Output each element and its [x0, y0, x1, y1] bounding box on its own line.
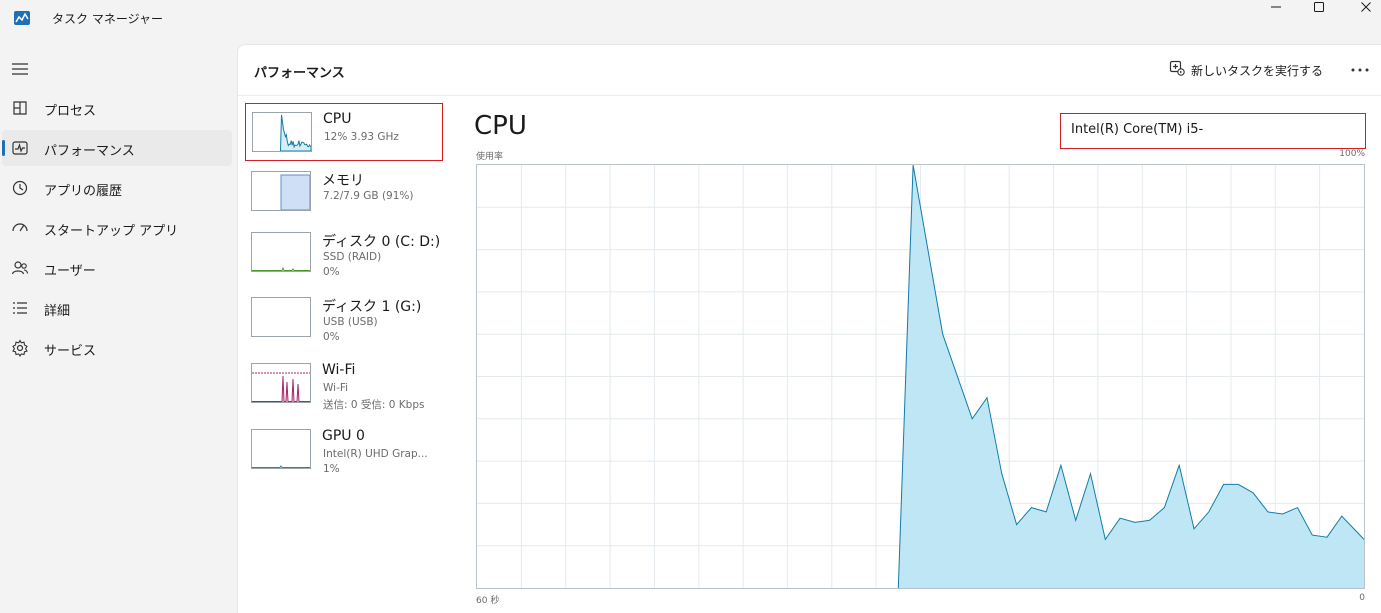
y-axis-label: 使用率 — [476, 152, 504, 162]
device-detail: 12% 3.93 GHz — [324, 131, 399, 143]
task-manager-icon — [14, 10, 30, 25]
device-list: CPU 12% 3.93 GHz メモリ 7.2/7.9 GB (91%) ディ… — [238, 96, 448, 613]
device-name: GPU 0 — [322, 428, 365, 444]
cpu-usage-chart — [476, 164, 1365, 589]
device-detail: USB (USB) — [323, 316, 378, 328]
device-detail: SSD (RAID) — [323, 251, 382, 263]
sidebar-item-startup-apps[interactable]: スタートアップ アプリ — [2, 210, 232, 246]
performance-pulse-icon — [11, 139, 29, 157]
device-name: ディスク 1 (G:) — [322, 299, 422, 315]
processes-grid-icon — [11, 99, 29, 117]
device-usage: 0% — [323, 331, 340, 343]
page-title: パフォーマンス — [254, 66, 345, 81]
x-end-label: 0 — [1359, 593, 1365, 603]
device-thumbnail — [252, 112, 312, 152]
sidebar-item-label: ユーザー — [44, 264, 96, 279]
device-name: CPU — [323, 111, 352, 127]
sidebar-item-label: 詳細 — [44, 304, 71, 319]
device-thumbnail — [251, 363, 311, 403]
device-item-cpu[interactable]: CPU 12% 3.93 GHz — [245, 103, 443, 161]
sidebar-item-services[interactable]: サービス — [2, 330, 232, 366]
window-title: タスク マネージャー — [52, 12, 163, 26]
more-options-button[interactable] — [1349, 59, 1371, 81]
device-thumbnail — [251, 429, 311, 469]
device-item-wifi[interactable]: Wi-Fi Wi-Fi 送信: 0 受信: 0 Kbps — [245, 355, 443, 413]
title-bar: タスク マネージャー — [0, 0, 1381, 40]
sidebar-item-details[interactable]: 詳細 — [2, 290, 232, 326]
main-panel: パフォーマンス 新しいタスクを実行する CPU 12% 3.93 GHz メモリ… — [237, 44, 1381, 613]
sidebar-item-performance[interactable]: パフォーマンス — [2, 130, 232, 166]
minimize-button[interactable] — [1253, 0, 1299, 14]
device-item-memory[interactable]: メモリ 7.2/7.9 GB (91%) — [245, 163, 443, 221]
maximize-button[interactable] — [1296, 0, 1342, 14]
run-task-icon — [1169, 60, 1185, 80]
x-start-label: 60 秒 — [476, 596, 500, 606]
run-task-label: 新しいタスクを実行する — [1190, 63, 1323, 78]
sidebar-item-label: スタートアップ アプリ — [44, 224, 179, 239]
detail-title: CPU — [474, 111, 527, 141]
device-detail: Wi-Fi — [323, 382, 349, 394]
device-detail: Intel(R) UHD Grap... — [323, 448, 428, 460]
more-dots-icon — [1351, 68, 1369, 72]
device-name: メモリ — [322, 173, 364, 189]
device-item-disk-1[interactable]: ディスク 1 (G:) USB (USB) 0% — [245, 289, 443, 347]
details-list-icon — [11, 299, 29, 317]
device-usage: 1% — [323, 463, 340, 475]
active-indicator — [2, 140, 5, 156]
sidebar-item-users[interactable]: ユーザー — [2, 250, 232, 286]
minimize-icon — [1271, 6, 1281, 8]
sidebar-item-app-history[interactable]: アプリの履歴 — [2, 170, 232, 206]
sidebar-item-label: パフォーマンス — [44, 144, 135, 159]
users-icon — [11, 259, 29, 277]
sidebar: プロセス パフォーマンス アプリの履歴 スタートアップ アプリ ユーザー 詳細 — [0, 44, 237, 613]
sidebar-item-label: プロセス — [44, 104, 97, 119]
services-gear-icon — [11, 339, 29, 358]
device-item-disk-0[interactable]: ディスク 0 (C: D:) SSD (RAID) 0% — [245, 224, 443, 282]
sidebar-item-label: サービス — [44, 344, 97, 359]
maximize-icon — [1314, 2, 1324, 12]
device-item-gpu-0[interactable]: GPU 0 Intel(R) UHD Grap... 1% — [245, 421, 443, 479]
close-icon — [1361, 2, 1371, 12]
device-thumbnail — [251, 232, 311, 272]
sidebar-item-label: アプリの履歴 — [44, 184, 123, 199]
device-usage: 0% — [323, 266, 340, 278]
y-max-label: 100% — [1339, 149, 1365, 159]
sidebar-item-processes[interactable]: プロセス — [2, 90, 232, 126]
startup-gauge-icon — [11, 219, 29, 237]
run-new-task-button[interactable]: 新しいタスクを実行する — [1169, 60, 1323, 80]
device-name: ディスク 0 (C: D:) — [322, 234, 441, 250]
history-clock-icon — [11, 179, 29, 197]
device-detail: 7.2/7.9 GB (91%) — [323, 190, 414, 202]
device-thumbnail — [251, 297, 311, 337]
hamburger-icon[interactable] — [11, 61, 29, 75]
device-throughput: 送信: 0 受信: 0 Kbps — [323, 399, 425, 411]
close-button[interactable] — [1343, 0, 1381, 14]
cpu-usage-chart-svg — [477, 165, 1364, 588]
device-thumbnail — [251, 171, 311, 211]
cpu-model-name: Intel(R) Core(TM) i5- — [1060, 113, 1366, 149]
device-name: Wi-Fi — [322, 362, 356, 378]
